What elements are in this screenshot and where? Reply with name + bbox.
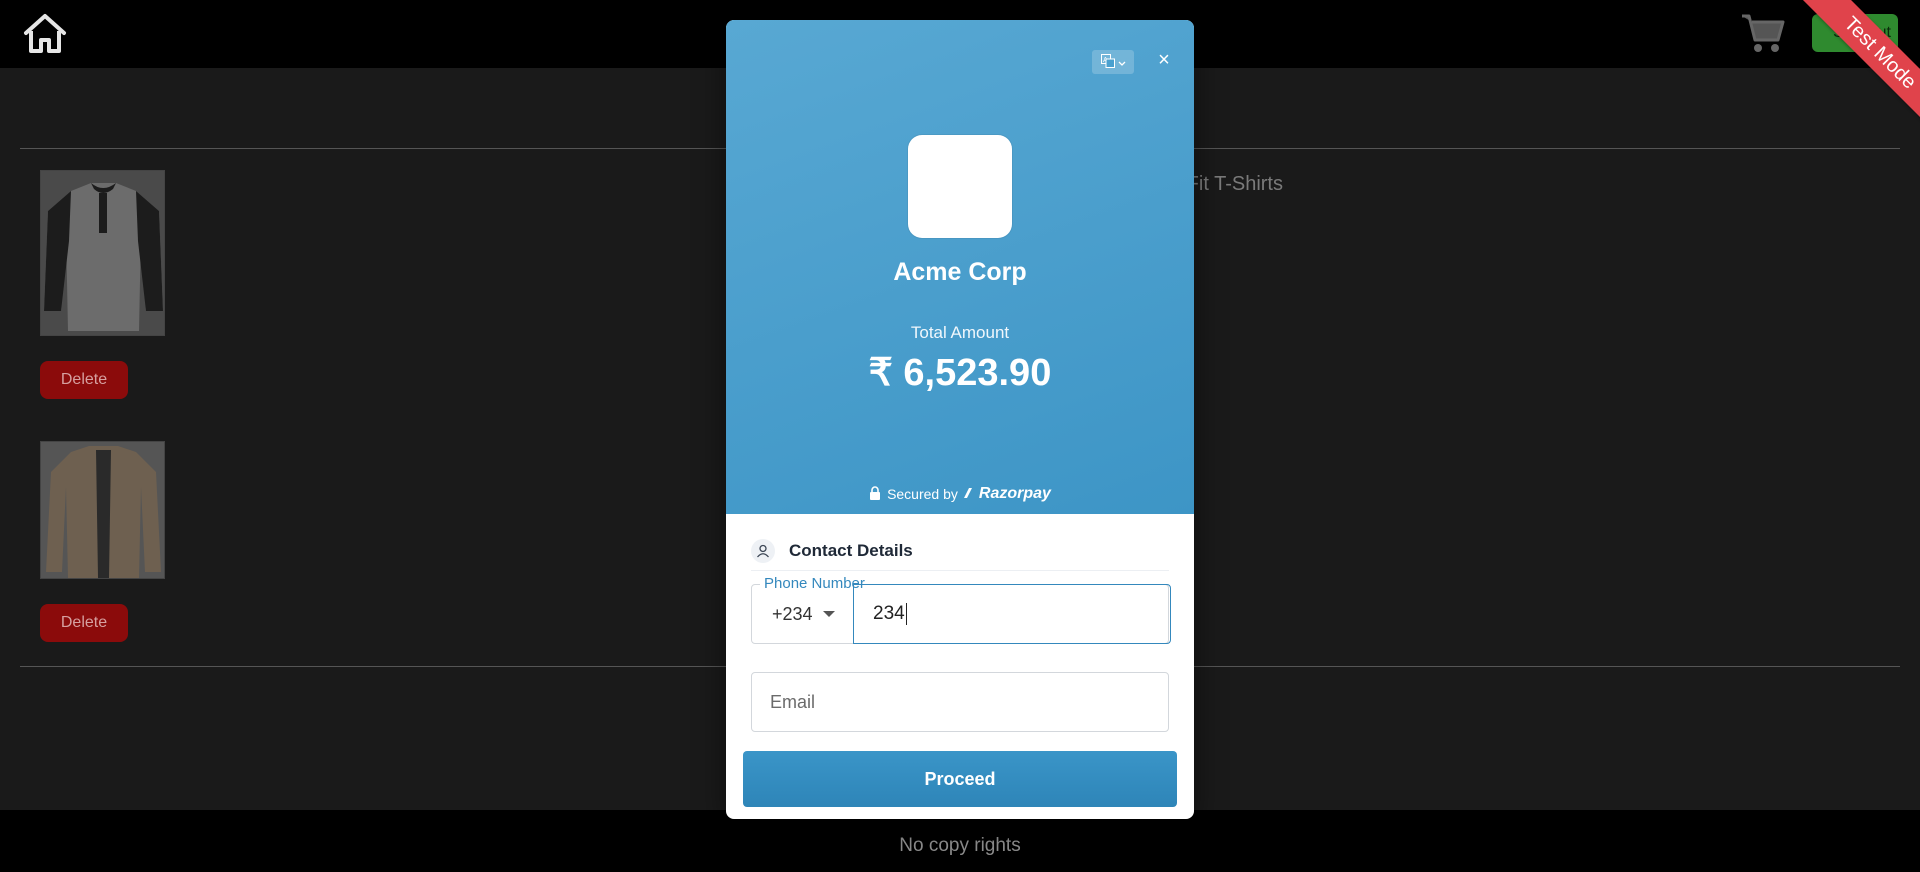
proceed-button[interactable]: Proceed (743, 751, 1177, 807)
delete-button[interactable]: Delete (40, 361, 128, 399)
delete-button[interactable]: Delete (40, 604, 128, 642)
merchant-logo (908, 135, 1012, 238)
text-cursor (905, 603, 907, 625)
user-icon (751, 539, 775, 563)
contact-details-header: Contact Details (751, 539, 913, 563)
product-image-jacket (40, 441, 165, 579)
country-code-value: +234 (772, 603, 813, 624)
modal-header: A × Acme Corp Total Amount ₹ 6,523.90 Se… (726, 20, 1194, 514)
secured-by: Secured by Razorpay (726, 485, 1194, 503)
product-image-henley-shirt (40, 170, 165, 336)
payment-modal: A × Acme Corp Total Amount ₹ 6,523.90 Se… (726, 20, 1194, 819)
country-code-select[interactable]: +234 (752, 585, 853, 643)
amount-label: Total Amount (910, 323, 1010, 342)
contact-divider (751, 570, 1169, 571)
amount-value: ₹ 6,523.90 (868, 352, 1052, 394)
email-placeholder: Email (770, 691, 816, 712)
footer-text: No copy rights (899, 835, 1021, 856)
merchant-name: Acme Corp (893, 258, 1027, 286)
razorpay-logo-icon (963, 486, 973, 502)
language-button[interactable]: A (1092, 50, 1134, 74)
chevron-down-icon (1118, 55, 1126, 70)
cart-icon[interactable] (1740, 10, 1786, 56)
caret-down-icon (822, 611, 835, 617)
brand-name: Razorpay (978, 485, 1051, 502)
email-field[interactable]: Email (751, 672, 1169, 732)
home-icon[interactable] (22, 10, 68, 56)
phone-input-value: 234 (873, 603, 905, 624)
signout-button[interactable]: SignOut (1812, 14, 1898, 52)
phone-number-field: Phone Number +234 234 (751, 575, 1171, 644)
phone-input[interactable]: 234 (853, 584, 1171, 644)
close-icon[interactable]: × (1152, 48, 1176, 72)
secured-label: Secured by (887, 486, 958, 502)
contact-details-title: Contact Details (789, 541, 913, 560)
translate-icon: A (1100, 53, 1115, 71)
lock-icon (869, 485, 881, 503)
